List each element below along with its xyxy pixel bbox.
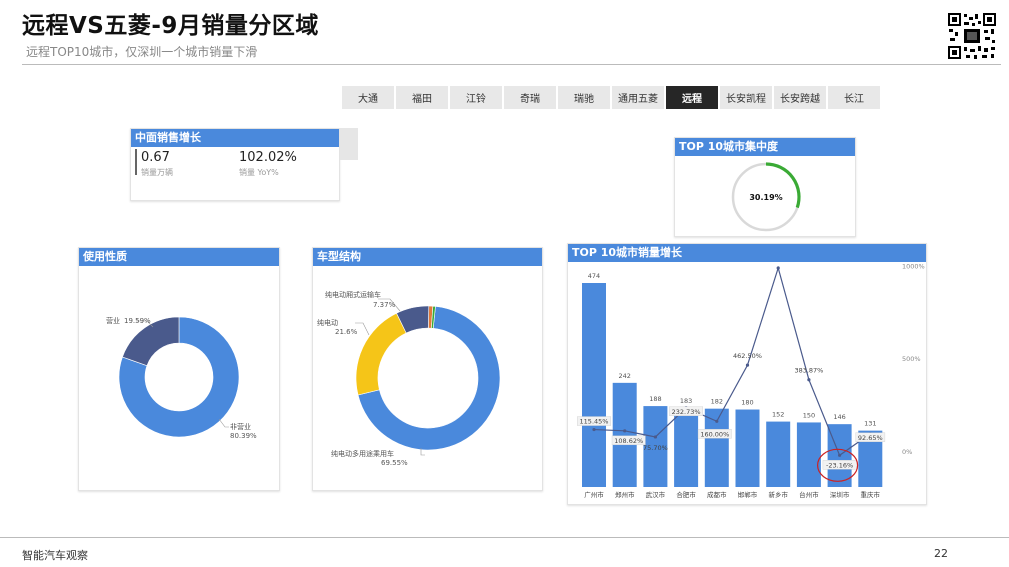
usage-card: 使用性质 营业 19.59% 非营业 80.39% (78, 247, 280, 491)
bar-value-label: 146 (833, 413, 845, 421)
x-tick-label: 重庆市 (861, 490, 881, 499)
right-axis-tick: 1000% (902, 263, 925, 270)
header-divider (22, 64, 1001, 65)
line-value-label: 108.62% (614, 437, 643, 445)
kpi-yoy-value: 102.02% (239, 150, 297, 165)
concentration-gauge: 30.19% (731, 162, 801, 232)
city-card-title: TOP 10城市销量增长 (568, 244, 926, 262)
x-tick-label: 台州市 (799, 490, 819, 499)
growth-point (623, 429, 627, 433)
kpi-card-title: 中面销售增长 (131, 129, 339, 147)
growth-point (838, 453, 842, 457)
donut-slice (355, 312, 407, 396)
line-value-label: 383.87% (794, 367, 823, 375)
x-tick-label: 成都市 (707, 490, 727, 499)
bar-value-label: 180 (741, 399, 753, 407)
bar-value-label: 242 (618, 372, 630, 380)
bar (674, 408, 699, 487)
kpi-card: 中面销售增长 0.67 销量万辆 102.02% 销量 YoY% (130, 128, 340, 201)
concentration-card-title: TOP 10城市集中度 (675, 138, 855, 156)
bar (735, 409, 760, 487)
right-axis-tick: 0% (902, 448, 912, 456)
bar-value-label: 183 (680, 397, 692, 405)
footer-divider (0, 537, 1009, 538)
x-tick-label: 邯郸市 (738, 490, 758, 499)
bar-value-label: 188 (649, 395, 661, 403)
usage-card-title: 使用性质 (79, 248, 279, 266)
city-card: TOP 10城市销量增长 1000% 500% 0% 474 广州市 242 郑州市 188 武… (567, 243, 927, 505)
slice-label-value: 19.59% (124, 317, 151, 325)
x-tick-label: 郑州市 (615, 490, 635, 499)
page-title: 远程VS五菱-9月销量分区域 (22, 13, 319, 39)
tab-changan-kaicheng[interactable]: 长安凯程 (720, 86, 772, 109)
line-value-label: 232.73% (672, 408, 701, 416)
line-value-label: 160.00% (700, 430, 729, 438)
bar (582, 283, 606, 487)
bar (612, 382, 637, 487)
slice-label-value: 21.6% (335, 328, 358, 336)
bar-value-label: 131 (864, 420, 876, 428)
concentration-card: TOP 10城市集中度 30.19% (674, 137, 856, 237)
tab-yuancheng[interactable]: 远程 (666, 86, 718, 109)
qr-code-icon (947, 12, 997, 60)
line-value-label: 115.45% (580, 418, 609, 426)
x-tick-label: 武汉市 (646, 490, 666, 499)
growth-point (715, 419, 719, 423)
x-tick-label: 合肥市 (676, 490, 696, 499)
tab-changjiang[interactable]: 长江 (828, 86, 880, 109)
slice-label-value: 7.37% (373, 301, 396, 309)
bar-value-label: 474 (588, 272, 600, 280)
slice-label-name: 纯电动 (317, 318, 338, 327)
brand-tabs: 大通 福田 江铃 奇瑞 瑞驰 通用五菱 远程 长安凯程 长安跨越 长江 (342, 86, 880, 109)
tab-changan-kuayue[interactable]: 长安跨越 (774, 86, 826, 109)
right-axis-tick: 500% (902, 355, 921, 363)
bar-value-label: 182 (711, 398, 723, 406)
bar-value-label: 152 (772, 411, 784, 419)
growth-point (592, 427, 596, 432)
model-card-title: 车型结构 (313, 248, 542, 266)
city-bar-chart: 1000% 500% 0% 474 广州市 242 郑州市 188 武汉市 183 合肥市 182 成都… (577, 263, 925, 499)
growth-point (653, 435, 657, 439)
slice-label-name: 纯电动多用途乘用车 (331, 449, 394, 458)
slice-label-value: 80.39% (230, 432, 257, 440)
line-value-label: 75.70% (643, 444, 668, 452)
footer-brand: 智能汽车观察 (22, 549, 88, 562)
x-tick-label: 广州市 (584, 490, 604, 499)
usage-donut-chart: 营业 19.59% 非营业80.39% (106, 316, 257, 440)
kpi-yoy-label: 销量 YoY% (239, 168, 279, 177)
tab-qirui[interactable]: 奇瑞 (504, 86, 556, 109)
tab-jiangling[interactable]: 江铃 (450, 86, 502, 109)
kpi-sales-value: 0.67 (141, 150, 170, 165)
model-card: 车型结构 纯电动厢式运输车 7.37% 纯电动 21.6% 纯电动多用途乘用车 69.55… (312, 247, 543, 491)
slice-label-name: 纯电动厢式运输车 (325, 290, 381, 299)
slice-label-name: 营业 (106, 316, 120, 325)
bar (796, 422, 821, 487)
growth-point (807, 378, 811, 382)
line-value-label: 462.50% (733, 352, 762, 360)
bar (766, 421, 791, 487)
growth-point (776, 266, 780, 270)
tab-datong[interactable]: 大通 (342, 86, 394, 109)
page-subtitle: 远程TOP10城市，仅深圳一个城市销量下滑 (26, 45, 258, 59)
line-value-label: 92.65% (858, 434, 883, 442)
page-number: 22 (934, 547, 948, 560)
growth-point (745, 363, 750, 367)
decorative-block (340, 128, 358, 160)
kpi-sales-label: 销量万辆 (141, 168, 173, 177)
line-value-label: -23.16% (826, 461, 853, 469)
tab-ruichi[interactable]: 瑞驰 (558, 86, 610, 109)
slice-label-name: 非营业 (230, 422, 251, 431)
gauge-value-label: 30.19% (749, 193, 782, 202)
x-tick-label: 新乡市 (768, 490, 788, 499)
tab-futian[interactable]: 福田 (396, 86, 448, 109)
tab-tongyong-wuling[interactable]: 通用五菱 (612, 86, 664, 109)
x-tick-label: 深圳市 (830, 490, 850, 499)
slice-label-value: 69.55% (381, 459, 408, 467)
bar-value-label: 150 (803, 411, 815, 419)
model-donut-chart: 纯电动厢式运输车 7.37% 纯电动21.6% 纯电动多用途乘用车69.55% (317, 290, 501, 467)
